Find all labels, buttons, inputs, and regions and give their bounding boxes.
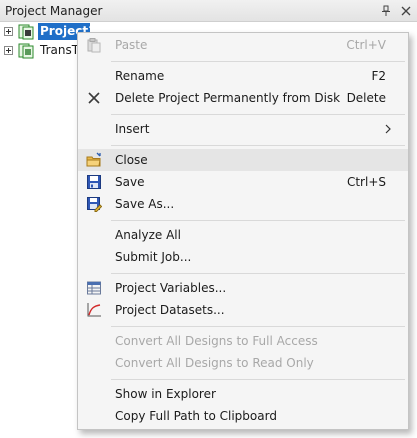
menu-item-label: Submit Job... <box>115 250 192 264</box>
menu-item-label: Copy Full Path to Clipboard <box>115 409 277 423</box>
menu-item-show-in-explorer[interactable]: Show in Explorer <box>78 383 408 405</box>
menu-item-label: Save As... <box>115 197 175 211</box>
menu-item-paste[interactable]: Paste Ctrl+V <box>78 34 408 56</box>
menu-item-close[interactable]: Close <box>78 149 408 171</box>
menu-item-save-as[interactable]: Save As... <box>78 193 408 215</box>
menu-item-analyze-all[interactable]: Analyze All <box>78 224 408 246</box>
paste-icon <box>86 37 102 53</box>
submenu-arrow-icon <box>382 123 394 135</box>
menu-item-label: Insert <box>115 122 150 136</box>
menu-separator <box>111 61 405 62</box>
menu-item-shortcut: F2 <box>371 69 386 83</box>
floppy-disk-icon <box>86 174 102 190</box>
pin-icon[interactable] <box>377 2 395 20</box>
menu-item-label: Delete Project Permanently from Disk <box>115 91 341 105</box>
menu-item-label: Close <box>115 153 148 167</box>
menu-separator <box>111 379 405 380</box>
menu-item-label: Show in Explorer <box>115 387 216 401</box>
delete-x-icon <box>86 90 102 106</box>
menu-item-label: Paste <box>115 38 148 52</box>
project-icon <box>18 43 34 59</box>
menu-item-delete[interactable]: Delete Project Permanently from Disk Del… <box>78 87 408 109</box>
menu-separator <box>111 326 405 327</box>
menu-item-label: Save <box>115 175 145 189</box>
menu-item-project-datasets[interactable]: Project Datasets... <box>78 299 408 321</box>
menu-item-label: Project Variables... <box>115 281 227 295</box>
menu-separator <box>111 114 405 115</box>
menu-item-label: Analyze All <box>115 228 181 242</box>
variables-table-icon <box>86 280 102 296</box>
menu-item-project-variables[interactable]: Project Variables... <box>78 277 408 299</box>
project-manager-titlebar: Project Manager <box>0 0 417 22</box>
menu-item-convert-full-access[interactable]: Convert All Designs to Full Access <box>78 330 408 352</box>
menu-separator <box>111 273 405 274</box>
menu-item-copy-full-path[interactable]: Copy Full Path to Clipboard <box>78 405 408 427</box>
menu-item-label: Rename <box>115 69 165 83</box>
menu-item-rename[interactable]: Rename F2 <box>78 65 408 87</box>
menu-item-label: Convert All Designs to Full Access <box>115 334 318 348</box>
menu-item-shortcut: Ctrl+S <box>346 175 386 189</box>
expand-icon[interactable] <box>4 46 13 55</box>
expand-icon[interactable] <box>4 27 13 36</box>
menu-separator <box>111 220 405 221</box>
dataset-curve-icon <box>86 302 102 318</box>
menu-item-label: Convert All Designs to Read Only <box>115 356 314 370</box>
close-folder-icon <box>86 152 102 168</box>
menu-separator <box>111 145 405 146</box>
project-icon <box>18 24 34 40</box>
close-icon[interactable] <box>397 2 415 20</box>
panel-title: Project Manager <box>5 3 103 18</box>
menu-item-shortcut: Delete <box>346 91 386 105</box>
menu-item-convert-read-only[interactable]: Convert All Designs to Read Only <box>78 352 408 374</box>
menu-item-save[interactable]: Save Ctrl+S <box>78 171 408 193</box>
save-as-icon <box>86 196 102 212</box>
context-menu: Paste Ctrl+V Rename F2 Delete Project Pe… <box>77 32 409 430</box>
menu-item-shortcut: Ctrl+V <box>346 38 386 52</box>
menu-item-insert[interactable]: Insert <box>78 118 408 140</box>
menu-item-label: Project Datasets... <box>115 303 225 317</box>
menu-item-submit-job[interactable]: Submit Job... <box>78 246 408 268</box>
